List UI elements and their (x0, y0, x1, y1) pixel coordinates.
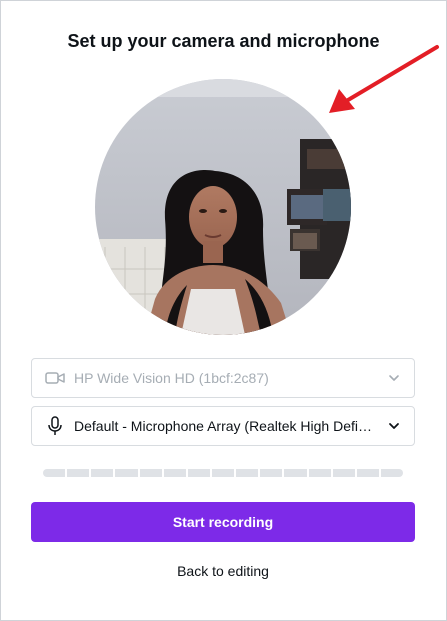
meter-segment (187, 469, 210, 477)
meter-segment (356, 469, 379, 477)
microphone-select-value: Default - Microphone Array (Realtek High… (74, 418, 378, 434)
meter-segment (91, 469, 114, 477)
back-to-editing-button[interactable]: Back to editing (31, 557, 415, 585)
meter-segment (332, 469, 355, 477)
meter-segment (308, 469, 331, 477)
meter-segment (284, 469, 307, 477)
meter-segment (211, 469, 235, 477)
camera-feed-image (95, 79, 351, 335)
meter-segment (260, 469, 283, 477)
annotation-arrow-icon (329, 45, 439, 113)
camera-preview (95, 79, 351, 335)
video-camera-icon (44, 367, 66, 389)
meter-segment (236, 469, 259, 477)
meter-segment (67, 469, 90, 477)
meter-segment (139, 469, 162, 477)
audio-level-meter (43, 469, 404, 477)
microphone-icon (44, 415, 66, 437)
meter-segment (380, 469, 404, 477)
meter-segment (43, 469, 66, 477)
camera-select-value: HP Wide Vision HD (1bcf:2c87) (74, 370, 269, 386)
recording-setup-dialog: Set up your camera and microphone HP Wid… (0, 0, 447, 621)
meter-segment (163, 469, 186, 477)
meter-segment (115, 469, 138, 477)
chevron-down-icon (389, 423, 399, 429)
microphone-select[interactable]: Default - Microphone Array (Realtek High… (31, 406, 415, 446)
camera-select[interactable]: HP Wide Vision HD (1bcf:2c87) (31, 358, 415, 398)
chevron-down-icon (389, 375, 399, 381)
start-recording-button[interactable]: Start recording (31, 502, 415, 542)
